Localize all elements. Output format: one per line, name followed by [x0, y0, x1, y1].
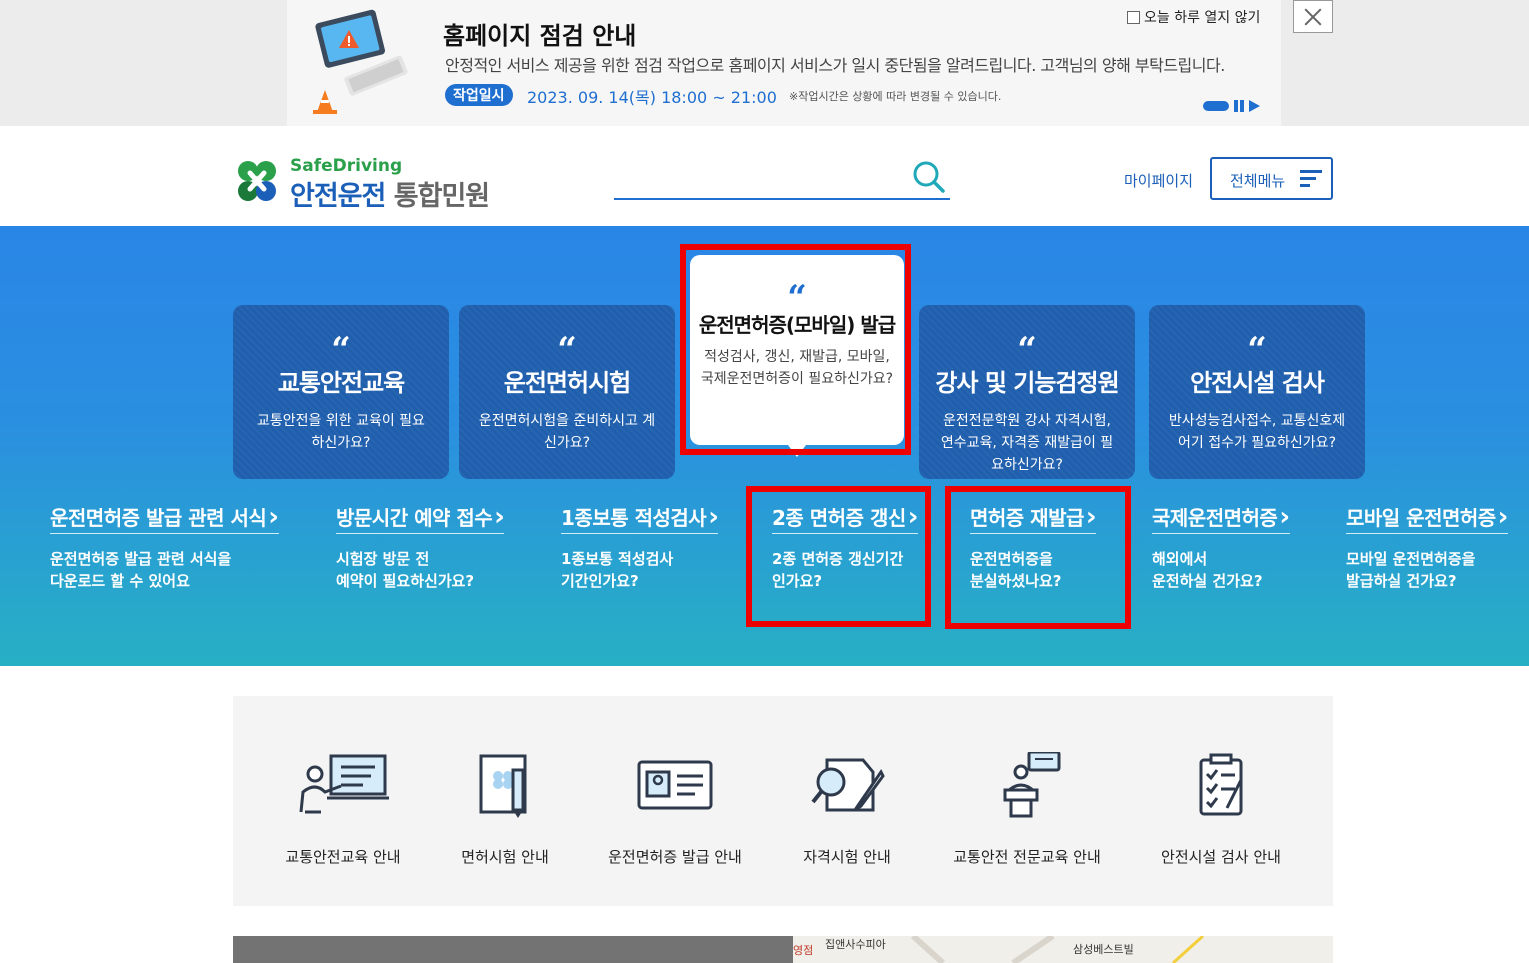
map-panel[interactable]: 영점 집앤사수피아 삼성베스트빌 — [793, 936, 1333, 963]
pointer-arrow-icon — [788, 445, 806, 457]
card-title: 운전면허시험 — [503, 369, 631, 397]
link-visit-reservation[interactable]: 방문시간 예약 접수 시험장 방문 전예약이 필요하신가요? — [336, 502, 505, 592]
quick-item-label[interactable]: 교통안전 전문교육 안내 — [947, 846, 1107, 867]
quick-item-license-test[interactable]: 면허시험 안내 — [445, 752, 565, 867]
link-description: 시험장 방문 전 예약이 필요하신가요? — [336, 550, 475, 590]
link-description: 1종보통 적성검사 기간인가요? — [561, 550, 674, 590]
quick-item-label[interactable]: 운전면허증 발급 안내 — [605, 846, 745, 867]
quote-icon: “ — [1247, 330, 1267, 370]
search-icon[interactable] — [912, 160, 946, 194]
quick-item-expert-education[interactable]: 교통안전 전문교육 안내 — [947, 752, 1107, 867]
logo-korean: 안전운전 통합민원 — [290, 174, 490, 213]
banner-description: 안정적인 서비스 제공을 위한 점검 작업으로 홈페이지 서비스가 일시 중단됨… — [445, 56, 1225, 75]
all-menu-label: 전체메뉴 — [1230, 173, 1286, 190]
quick-item-label[interactable]: 자격시험 안내 — [787, 846, 907, 867]
link-license-reissue[interactable]: 면허증 재발급 운전면허증을분실하셨나요? — [970, 502, 1097, 592]
map-label: 영점 — [793, 944, 814, 957]
work-time-badge: 작업일시 — [445, 84, 513, 106]
quote-icon: “ — [1017, 330, 1037, 370]
all-menu-button[interactable]: 전체메뉴 — [1210, 157, 1333, 200]
link-international-license[interactable]: 국제운전면허증 해외에서운전하실 건가요? — [1152, 502, 1290, 592]
link-title[interactable]: 면허증 재발급 — [970, 502, 1097, 534]
clover-logo-icon — [238, 161, 276, 201]
card-instructor[interactable]: “ 강사 및 기능검정원 운전전문학원 강사 자격시험, 연수교육, 자격증 재… — [919, 305, 1135, 479]
logo-sub: 통합민원 — [393, 181, 490, 212]
card-description: 반사성능검사접수, 교통신호제어기 접수가 필요하신가요? — [1168, 413, 1346, 451]
map-label: 삼성베스트빌 — [1073, 943, 1134, 956]
card-title: 교통안전교육 — [277, 369, 405, 397]
pause-icon[interactable] — [1233, 100, 1245, 112]
slide-indicator-icon[interactable] — [1203, 101, 1229, 111]
quote-icon: “ — [787, 278, 807, 318]
card-description: 교통안전을 위한 교육이 필요하신가요? — [257, 413, 425, 451]
checkbox-icon[interactable] — [1127, 10, 1140, 24]
quick-item-traffic-education[interactable]: 교통안전교육 안내 — [283, 752, 403, 867]
quote-icon: “ — [557, 330, 577, 370]
card-license-issuance[interactable]: “ 운전면허증(모바일) 발급 적성검사, 갱신, 재발급, 모바일, 국제운전… — [690, 255, 904, 457]
speaker-podium-icon — [1003, 752, 1061, 818]
id-card-icon — [637, 760, 713, 810]
hamburger-icon — [1300, 170, 1322, 188]
notice-panel — [233, 936, 793, 963]
logo-english: SafeDriving — [290, 156, 403, 176]
banner-title: 홈페이지 점검 안내 — [443, 22, 637, 50]
hero-section: “ 교통안전교육 교통안전을 위한 교육이 필요하신가요? “ 운전면허시험 운… — [0, 226, 1529, 666]
search-bar — [614, 156, 950, 200]
card-safety-facility[interactable]: “ 안전시설 검사 반사성능검사접수, 교통신호제어기 접수가 필요하신가요? — [1149, 305, 1365, 479]
link-title[interactable]: 2종 면허증 갱신 — [772, 502, 918, 534]
maintenance-banner-content: 홈페이지 점검 안내 안정적인 서비스 제공을 위한 점검 작업으로 홈페이지 … — [287, 0, 1281, 126]
teacher-board-icon — [299, 754, 389, 814]
work-time-note: ※작업시간은 상황에 따라 변경될 수 있습니다. — [789, 90, 1002, 103]
link-title[interactable]: 모바일 운전면허증 — [1346, 502, 1508, 534]
dont-show-today-label[interactable]: 오늘 하루 열지 않기 — [1144, 7, 1260, 27]
quick-item-label[interactable]: 면허시험 안내 — [445, 846, 565, 867]
link-description: 운전면허증을 분실하셨나요? — [970, 550, 1062, 590]
card-title: 강사 및 기능검정원 — [935, 369, 1119, 397]
quick-item-safety-facility[interactable]: 안전시설 검사 안내 — [1151, 752, 1291, 867]
banner-slider-controls — [1203, 100, 1260, 112]
card-traffic-education[interactable]: “ 교통안전교육 교통안전을 위한 교육이 필요하신가요? — [233, 305, 449, 479]
link-title[interactable]: 운전면허증 발급 관련 서식 — [50, 502, 279, 534]
link-title[interactable]: 1종보통 적성검사 — [561, 502, 719, 534]
document-pen-icon — [479, 754, 527, 818]
card-title: 안전시설 검사 — [1190, 369, 1325, 397]
site-header: SafeDriving 안전운전 통합민원 마이페이지 전체메뉴 — [0, 126, 1529, 226]
play-icon[interactable] — [1249, 100, 1260, 112]
dont-show-today-checkbox[interactable]: 오늘 하루 열지 않기 — [1127, 7, 1260, 27]
quick-item-label[interactable]: 교통안전교육 안내 — [283, 846, 403, 867]
link-license-forms[interactable]: 운전면허증 발급 관련 서식 운전면허증 발급 관련 서식을다운로드 할 수 있… — [50, 502, 279, 592]
work-time-value: 2023. 09. 14(목) 18:00 ~ 21:00 — [527, 88, 777, 107]
logo-main: 안전운전 — [290, 181, 386, 212]
link-license-renewal[interactable]: 2종 면허증 갱신 2종 면허증 갱신기간인가요? — [772, 502, 918, 592]
monitor-warning-icon — [313, 9, 408, 114]
card-description: 운전면허시험을 준비하시고 계신가요? — [478, 413, 656, 451]
quick-menu: 교통안전교육 안내 면허시험 안내 운전면허증 발급 안내 자격시험 안내 교통… — [233, 696, 1333, 906]
link-description: 2종 면허증 갱신기간 인가요? — [772, 550, 904, 590]
close-icon[interactable] — [1293, 0, 1333, 33]
maintenance-banner: 홈페이지 점검 안내 안정적인 서비스 제공을 위한 점검 작업으로 홈페이지 … — [0, 0, 1529, 126]
card-description: 적성검사, 갱신, 재발급, 모바일, 국제운전면허증이 필요하신가요? — [700, 349, 894, 387]
link-description: 모바일 운전면허증을 발급하실 건가요? — [1346, 550, 1476, 590]
link-mobile-license[interactable]: 모바일 운전면허증 모바일 운전면허증을발급하실 건가요? — [1346, 502, 1508, 592]
quick-item-license-issuance[interactable]: 운전면허증 발급 안내 — [605, 752, 745, 867]
link-description: 운전면허증 발급 관련 서식을 다운로드 할 수 있어요 — [50, 550, 232, 590]
quick-item-label[interactable]: 안전시설 검사 안내 — [1151, 846, 1291, 867]
document-magnifier-icon — [811, 758, 885, 812]
checklist-icon — [1199, 753, 1243, 816]
card-description: 운전전문학원 강사 자격시험, 연수교육, 자격증 재발급이 필요하신가요? — [940, 413, 1114, 473]
link-description: 해외에서 운전하실 건가요? — [1152, 550, 1263, 590]
mypage-link[interactable]: 마이페이지 — [1124, 170, 1193, 191]
search-input[interactable] — [614, 162, 904, 192]
link-aptitude-test[interactable]: 1종보통 적성검사 1종보통 적성검사기간인가요? — [561, 502, 719, 592]
link-title[interactable]: 방문시간 예약 접수 — [336, 502, 505, 534]
site-logo[interactable]: SafeDriving 안전운전 통합민원 — [232, 156, 522, 212]
map-label: 집앤사수피아 — [825, 938, 886, 951]
quick-item-qualification-test[interactable]: 자격시험 안내 — [787, 752, 907, 867]
card-title: 운전면허증(모바일) 발급 — [698, 313, 896, 337]
link-title[interactable]: 국제운전면허증 — [1152, 502, 1290, 534]
quote-icon: “ — [331, 330, 351, 370]
bottom-section: 영점 집앤사수피아 삼성베스트빌 — [233, 936, 1333, 963]
card-license-test[interactable]: “ 운전면허시험 운전면허시험을 준비하시고 계신가요? — [459, 305, 675, 479]
